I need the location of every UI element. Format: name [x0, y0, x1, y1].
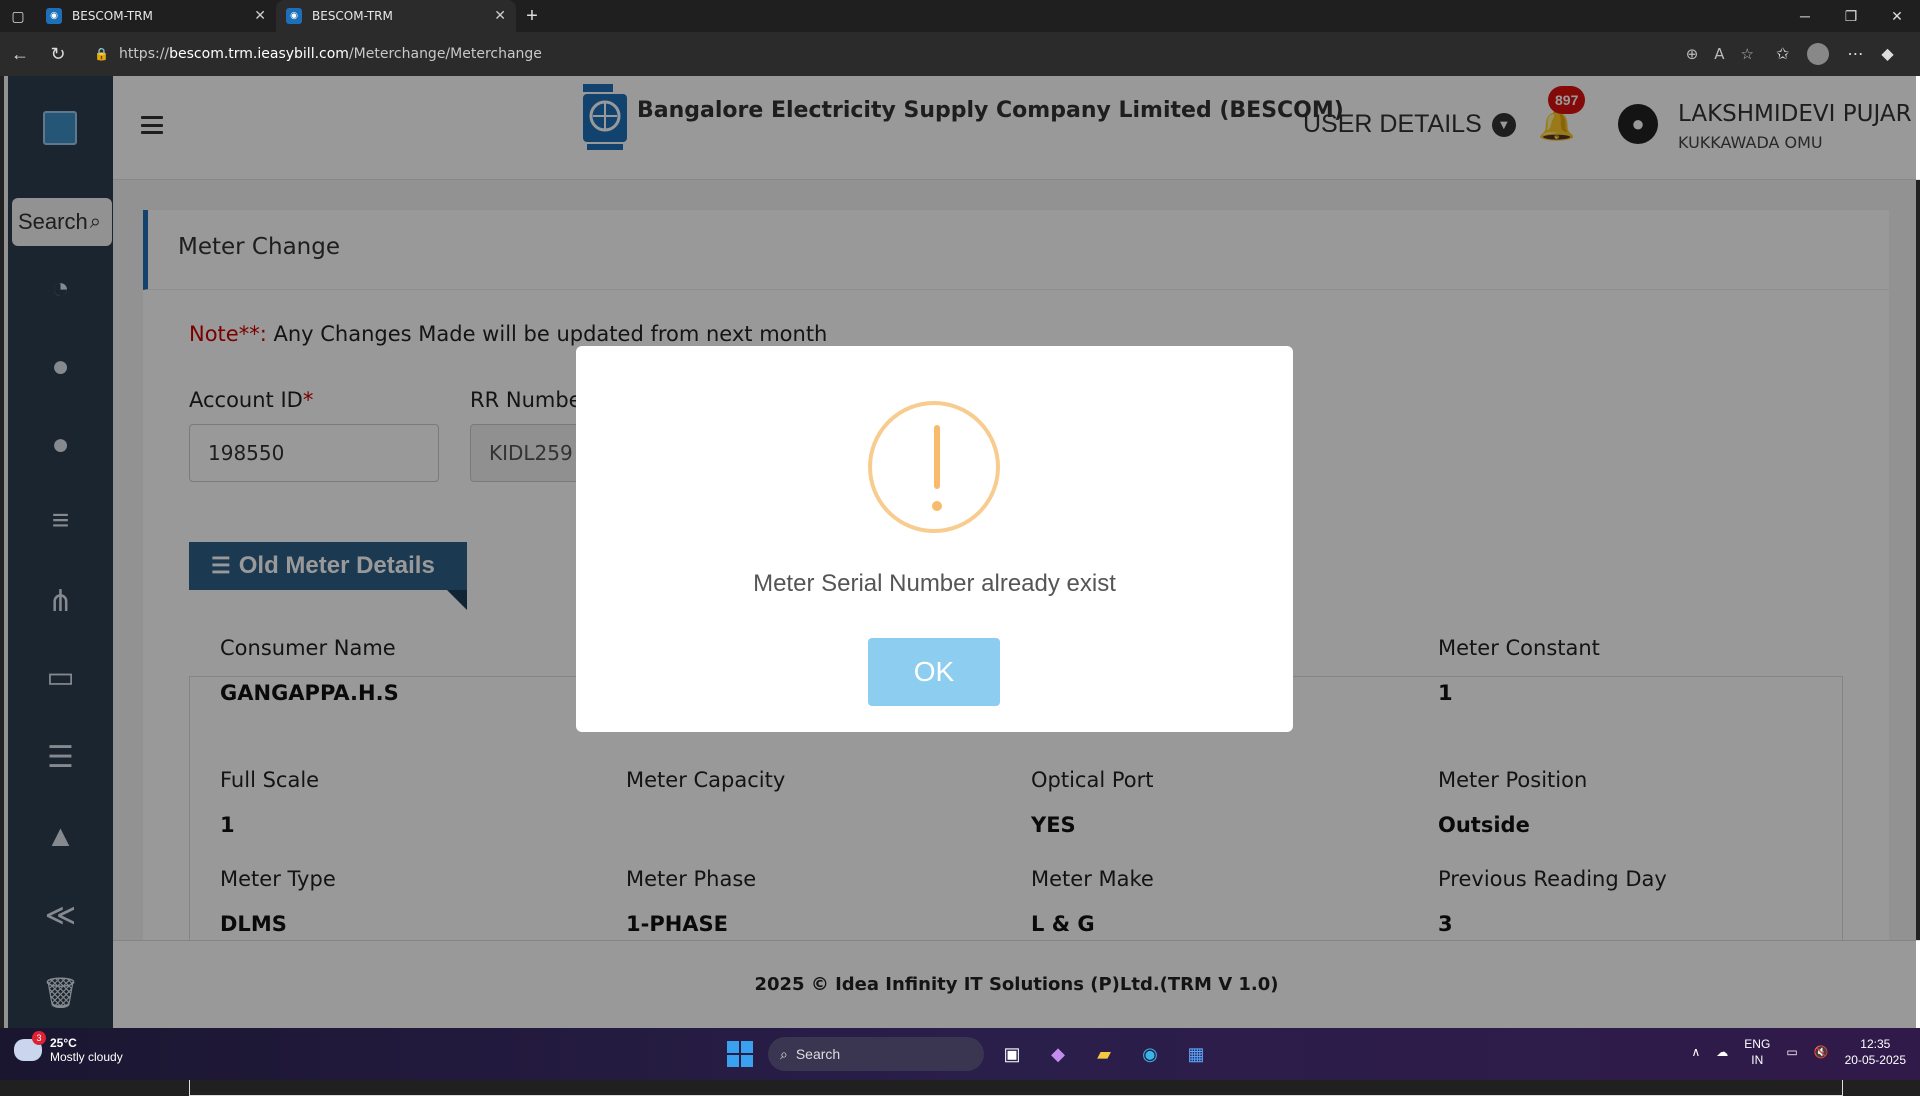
restore-icon[interactable]: ❐: [1828, 0, 1874, 32]
lock-icon: 🔒: [94, 47, 109, 61]
network-icon[interactable]: ▭: [1786, 1045, 1797, 1059]
read-aloud-icon[interactable]: A: [1714, 45, 1724, 63]
system-tray: ∧ ☁ ENG IN ▭ 🔇 12:35 20-05-2025: [1692, 1036, 1907, 1068]
task-view-icon[interactable]: ▣: [994, 1036, 1030, 1072]
url-prefix: https://: [118, 46, 170, 62]
address-bar: ← ↻ 🔒 https://bescom.trm.ieasybill.com/M…: [0, 32, 1920, 76]
taskbar-apps: ⌕ Search ▣ ◆ ▰ ◉ ▦: [722, 1036, 1214, 1072]
new-tab-button[interactable]: +: [516, 0, 548, 32]
alert-message: Meter Serial Number already exist: [753, 570, 1116, 597]
cloud-icon: 3: [14, 1031, 46, 1061]
bescom-favicon-icon: ◉: [46, 8, 62, 24]
clock-date: 20-05-2025: [1844, 1053, 1906, 1067]
lang-line2: IN: [1751, 1053, 1764, 1067]
close-window-icon[interactable]: ✕: [1874, 0, 1920, 32]
close-tab-icon[interactable]: ✕: [494, 8, 506, 24]
windows-start-icon[interactable]: [722, 1036, 758, 1072]
browser-tab-1[interactable]: ◉ BESCOM-TRM ✕: [36, 0, 276, 32]
copilot-icon[interactable]: ◆: [1881, 44, 1893, 64]
chevron-up-icon[interactable]: ∧: [1692, 1045, 1701, 1059]
weather-badge: 3: [32, 1031, 46, 1045]
profile-avatar[interactable]: [1807, 43, 1830, 65]
tab-title: BESCOM-TRM: [312, 9, 393, 23]
weather-desc: Mostly cloudy: [50, 1050, 123, 1064]
taskbar-search-label: Search: [795, 1046, 841, 1062]
favorite-star-icon[interactable]: ☆: [1741, 45, 1754, 63]
zoom-icon[interactable]: ⊕: [1686, 45, 1699, 63]
edge-browser-icon[interactable]: ◉: [1132, 1036, 1168, 1072]
lang-line1: ENG: [1744, 1037, 1771, 1051]
browser-tab-bar: ▢ ◉ BESCOM-TRM ✕ ◉ BESCOM-TRM ✕ + ─ ❐ ✕: [0, 0, 1920, 32]
url-input[interactable]: 🔒 https://bescom.trm.ieasybill.com/Meter…: [84, 38, 1764, 70]
store-icon[interactable]: ▦: [1178, 1036, 1214, 1072]
ok-button[interactable]: OK: [868, 638, 1000, 706]
browser-tab-2[interactable]: ◉ BESCOM-TRM ✕: [276, 0, 516, 32]
weather-widget[interactable]: 3 25°C Mostly cloudy: [14, 1031, 123, 1064]
tab-title: BESCOM-TRM: [72, 9, 153, 23]
back-icon[interactable]: ←: [2, 36, 38, 72]
favorites-icon[interactable]: ✩: [1776, 44, 1789, 64]
warning-icon: [868, 401, 1000, 533]
search-icon: ⌕: [780, 1045, 788, 1062]
windows-taskbar: 3 25°C Mostly cloudy ⌕ Search ▣ ◆ ▰ ◉ ▦ …: [0, 1028, 1920, 1080]
taskbar-search[interactable]: ⌕ Search: [768, 1037, 984, 1071]
tab-actions-icon[interactable]: ▢: [0, 0, 36, 32]
clock[interactable]: 12:35 20-05-2025: [1845, 1036, 1906, 1068]
more-menu-icon[interactable]: ⋯: [1847, 44, 1863, 64]
file-explorer-icon[interactable]: ▰: [1086, 1036, 1122, 1072]
alert-dialog: Meter Serial Number already exist OK: [576, 346, 1293, 732]
refresh-icon[interactable]: ↻: [40, 36, 76, 72]
minimize-icon[interactable]: ─: [1782, 0, 1828, 32]
close-tab-icon[interactable]: ✕: [254, 8, 266, 24]
window-controls: ─ ❐ ✕: [1782, 0, 1920, 32]
url-path: /Meterchange/Meterchange: [348, 46, 542, 62]
cloud-sync-icon[interactable]: ☁: [1716, 1045, 1728, 1059]
url-host: bescom.trm.ieasybill.com: [169, 46, 349, 62]
clock-time: 12:35: [1860, 1037, 1891, 1051]
volume-muted-icon[interactable]: 🔇: [1814, 1045, 1829, 1059]
weather-temp: 25°C: [50, 1036, 77, 1050]
copilot-app-icon[interactable]: ◆: [1040, 1036, 1076, 1072]
language-indicator[interactable]: ENG IN: [1744, 1036, 1770, 1068]
bescom-favicon-icon: ◉: [286, 8, 302, 24]
